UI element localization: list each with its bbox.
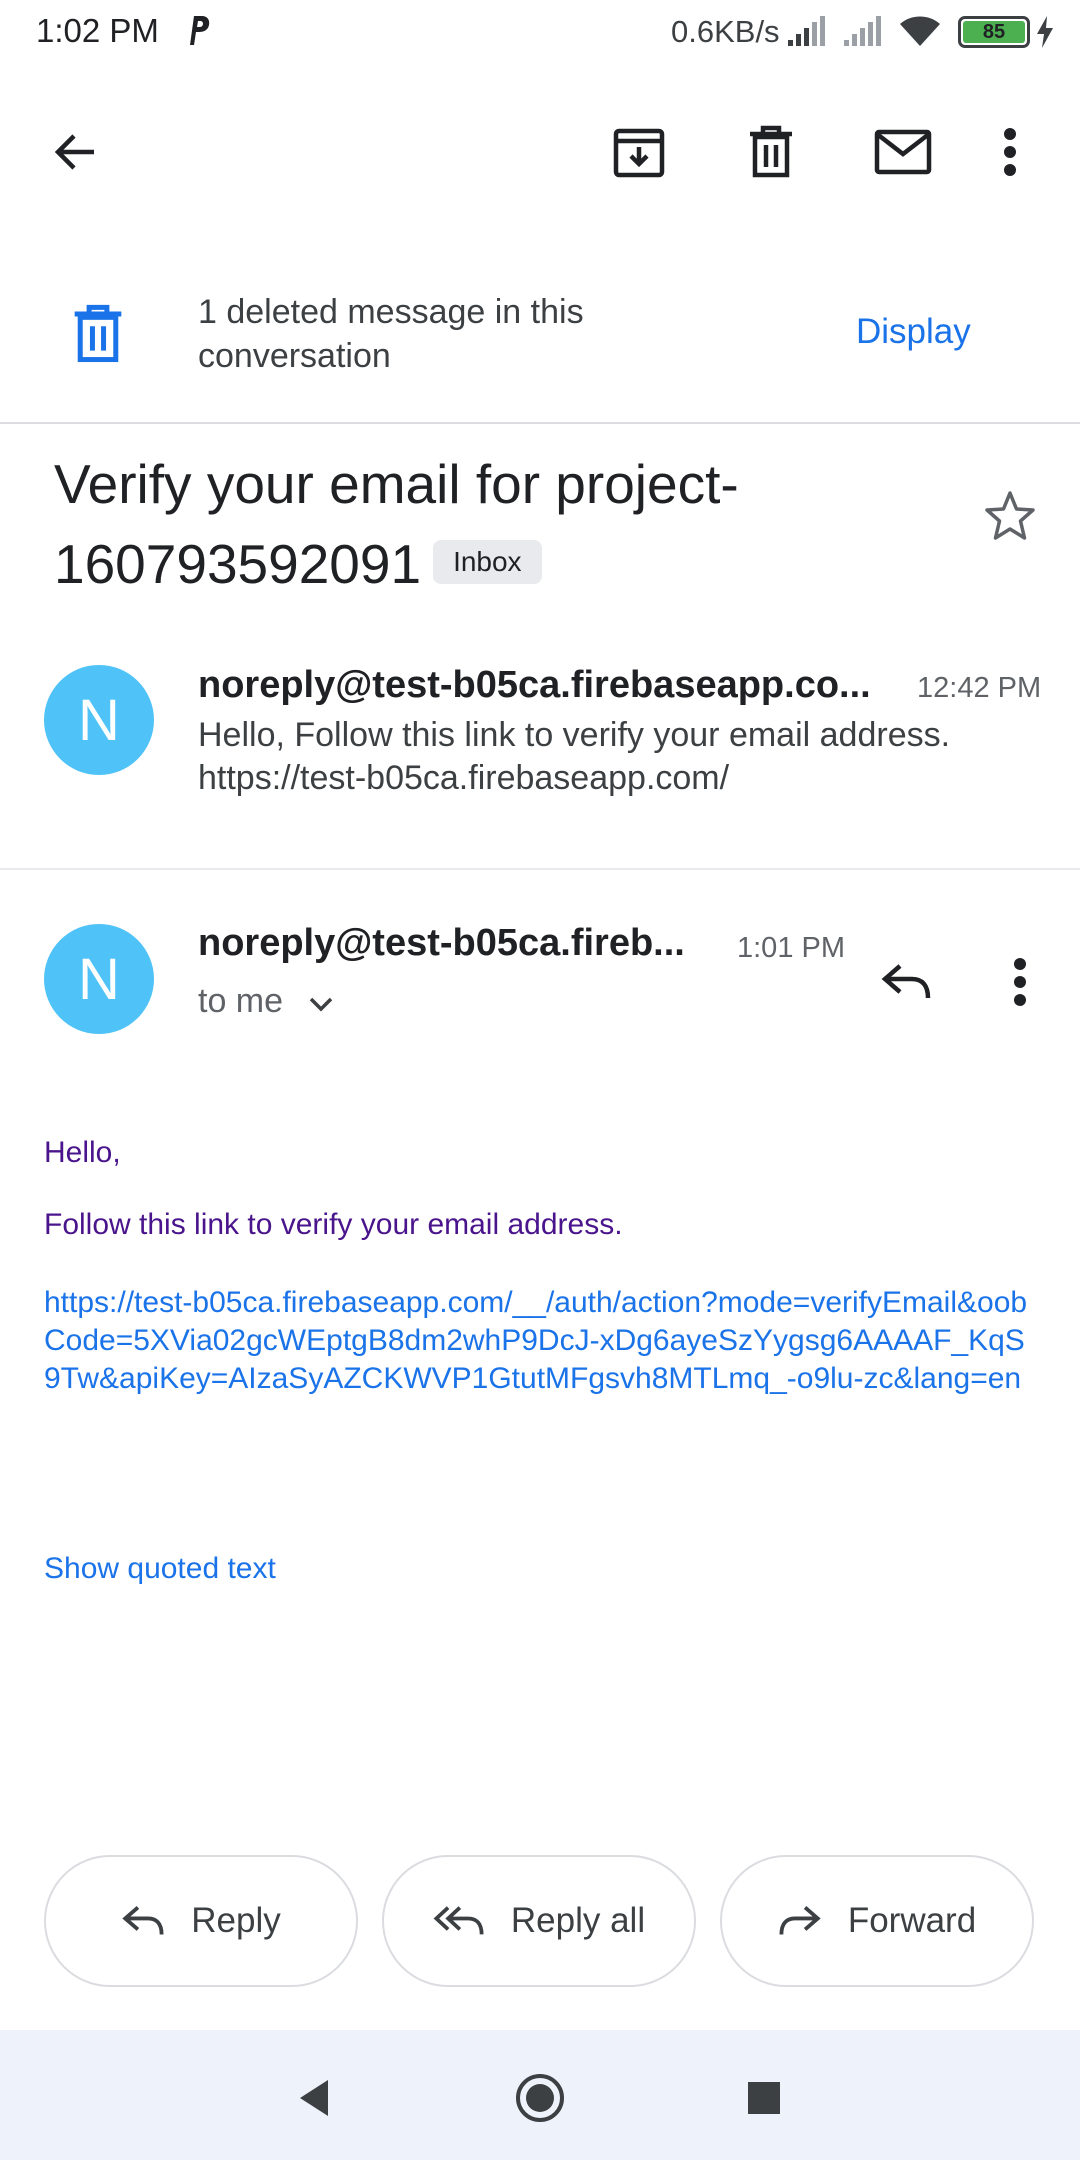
wifi-icon [900, 16, 940, 46]
display-button[interactable]: Display [856, 312, 971, 352]
more-vertical-icon [1004, 128, 1016, 176]
parking-icon [190, 16, 210, 45]
body-greeting: Hello, [44, 1136, 121, 1169]
archive-icon [613, 128, 665, 178]
reply-button[interactable] [866, 942, 946, 1022]
message-time: 1:01 PM [737, 932, 845, 964]
more-options-button[interactable] [980, 112, 1040, 192]
delete-button[interactable] [731, 112, 811, 192]
avatar[interactable]: N [44, 665, 154, 775]
reply-label: Reply [191, 1901, 281, 1940]
reply-all-pill-button[interactable]: Reply all [382, 1855, 696, 1987]
chevron-down-icon[interactable] [308, 994, 334, 1014]
reply-all-label: Reply all [510, 1901, 646, 1940]
trash-icon [750, 125, 792, 178]
reply-pill-button[interactable]: Reply [44, 1855, 358, 1987]
signal-icon-2 [844, 16, 881, 46]
nav-back-button[interactable] [284, 2068, 344, 2128]
status-bar: 1:02 PM 0.6KB/s 85 [0, 0, 1080, 66]
system-navigation-bar [0, 2030, 1080, 2160]
home-circle-icon [516, 2074, 564, 2122]
message-snippet: Hello, Follow this link to verify your e… [198, 716, 951, 797]
archive-button[interactable] [599, 112, 679, 192]
trash-icon [74, 304, 122, 363]
reply-all-icon [433, 1906, 484, 1935]
charging-icon [1037, 16, 1053, 48]
star-icon[interactable] [982, 488, 1038, 544]
reply-icon [122, 1906, 164, 1935]
reply-icon [881, 964, 931, 999]
show-quoted-text-link[interactable]: Show quoted text [44, 1552, 276, 1586]
recipient-label[interactable]: to me [198, 982, 283, 1021]
mark-unread-button[interactable] [863, 112, 943, 192]
forward-icon [779, 1906, 821, 1935]
back-button[interactable] [35, 112, 115, 192]
status-time: 1:02 PM [36, 12, 159, 49]
message-actions: Reply Reply all Forward [0, 1855, 1080, 1990]
message-more-button[interactable] [990, 942, 1050, 1022]
body-instruction: Follow this link to verify your email ad… [44, 1208, 623, 1241]
email-subject: Verify your email for project-1607935920… [54, 444, 954, 604]
subject-text: Verify your email for project-1607935920… [54, 453, 739, 595]
expanded-message: N noreply@test-b05ca.fireb... 1:01 PM to… [0, 872, 1080, 1872]
nav-home-button[interactable] [510, 2068, 570, 2128]
nav-recents-button[interactable] [734, 2068, 794, 2128]
deleted-message-text: 1 deleted message in this conversation [198, 293, 584, 375]
battery-icon: 85 [958, 16, 1030, 48]
avatar[interactable]: N [44, 924, 154, 1034]
signal-icon [788, 16, 825, 46]
triangle-back-icon [300, 2080, 328, 2116]
toolbar [0, 100, 1080, 210]
sender-name: noreply@test-b05ca.firebaseapp.co... [198, 664, 871, 706]
verification-link[interactable]: https://test-b05ca.firebaseapp.com/__/au… [44, 1284, 1034, 1398]
mail-icon [874, 129, 932, 175]
inbox-label[interactable]: Inbox [433, 540, 542, 585]
message-time: 12:42 PM [917, 672, 1042, 704]
sender-name[interactable]: noreply@test-b05ca.fireb... [198, 922, 685, 965]
battery-level: 85 [963, 21, 1025, 43]
more-vertical-icon [1014, 958, 1026, 1006]
collapsed-message[interactable]: N noreply@test-b05ca.firebaseapp.co... 1… [0, 650, 1080, 870]
deleted-message-banner: 1 deleted message in this conversation D… [0, 268, 1080, 424]
network-speed: 0.6KB/s [671, 14, 780, 49]
forward-pill-button[interactable]: Forward [720, 1855, 1034, 1987]
forward-label: Forward [847, 1901, 977, 1940]
arrow-left-icon [54, 134, 94, 170]
square-recents-icon [748, 2082, 780, 2114]
